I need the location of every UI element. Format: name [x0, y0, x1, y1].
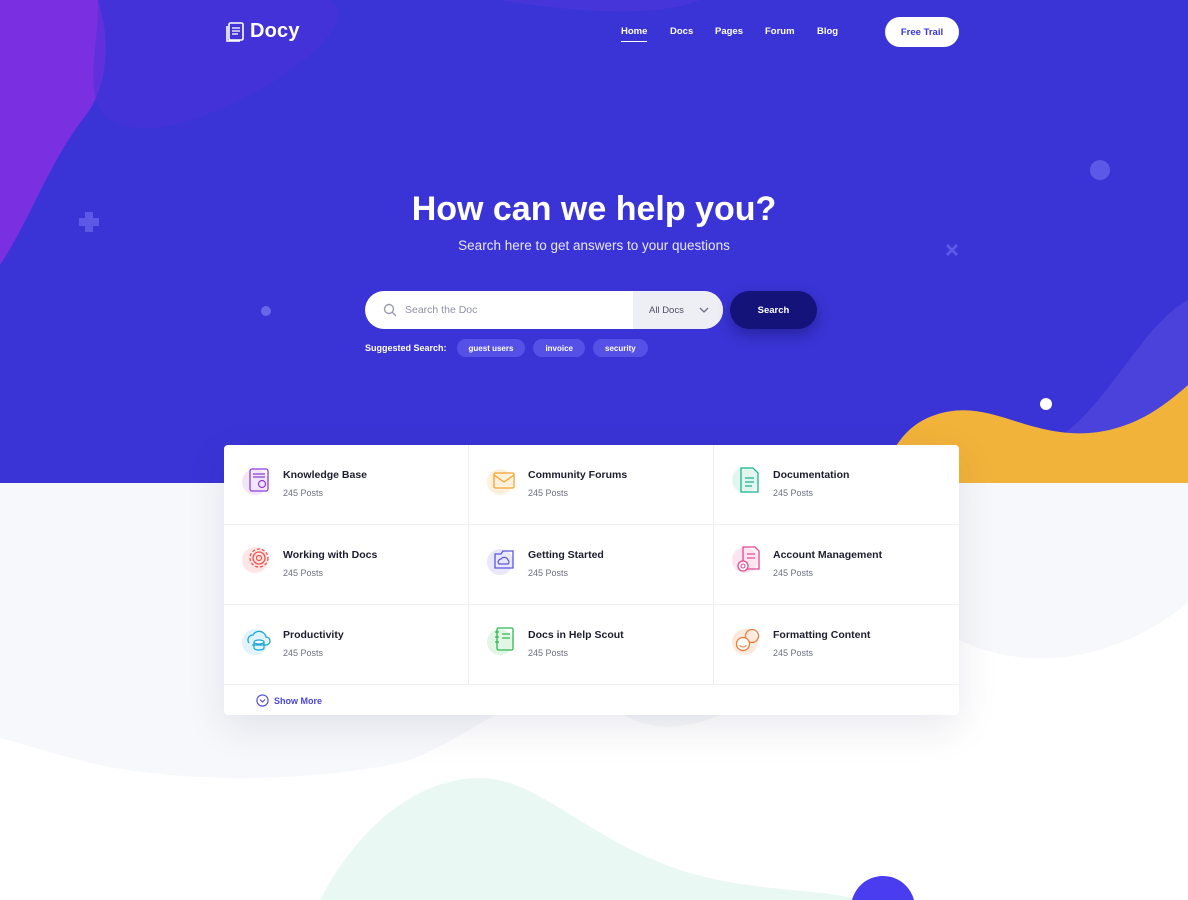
category-posts: 245 Posts: [528, 648, 569, 658]
nav-blog[interactable]: Blog: [817, 26, 838, 37]
docs-stack-icon: [226, 21, 244, 42]
free-trial-button[interactable]: Free Trail: [885, 17, 959, 47]
category-posts: 245 Posts: [283, 488, 324, 498]
show-more-button[interactable]: Show More: [256, 694, 322, 707]
category-posts: 245 Posts: [283, 648, 324, 658]
category-item[interactable]: Formatting Content 245 Posts: [714, 605, 959, 685]
document-gear-icon: [732, 546, 760, 573]
gear-icon: [242, 547, 269, 573]
chat-bubbles-icon: [732, 628, 760, 655]
nav-docs[interactable]: Docs: [670, 26, 693, 37]
search-input[interactable]: [403, 303, 607, 317]
categories-grid: Knowledge Base 245 Posts Community Forum…: [224, 445, 959, 685]
suggested-searches: Suggested Search: guest users invoice se…: [365, 339, 648, 357]
envelope-icon: [487, 469, 515, 495]
suggested-search-label: Suggested Search:: [365, 343, 447, 353]
category-item[interactable]: Working with Docs 245 Posts: [224, 525, 469, 605]
scope-selected-value: All Docs: [649, 304, 684, 316]
cloud-database-icon: [242, 629, 271, 655]
search-icon: [383, 303, 397, 317]
category-item[interactable]: Docs in Help Scout 245 Posts: [469, 605, 714, 685]
top-navbar: Docy Home Docs Pages Forum Blog Free Tra…: [0, 0, 1188, 64]
suggestion-chip[interactable]: security: [593, 339, 648, 357]
category-title: Account Management: [773, 549, 883, 561]
category-title: Docs in Help Scout: [528, 629, 624, 641]
show-more-label: Show More: [274, 695, 323, 706]
brand-logo[interactable]: Docy: [224, 20, 300, 43]
cloud-folder-icon: [487, 549, 514, 575]
suggestion-chip[interactable]: guest users: [456, 339, 526, 357]
category-item[interactable]: Getting Started 245 Posts: [469, 525, 714, 605]
category-item[interactable]: Community Forums 245 Posts: [469, 445, 714, 525]
hero-title: How can we help you?: [411, 190, 777, 228]
notebook-icon: [487, 627, 514, 655]
category-title: Knowledge Base: [283, 469, 368, 481]
category-title: Formatting Content: [773, 629, 871, 641]
chevron-circle-down-icon: [256, 694, 269, 707]
search-field[interactable]: [365, 291, 633, 329]
category-posts: 245 Posts: [773, 488, 814, 498]
category-item[interactable]: Knowledge Base 245 Posts: [224, 445, 469, 525]
docs-scope-dropdown[interactable]: All Docs: [633, 291, 723, 329]
search-button[interactable]: Search: [730, 291, 817, 329]
category-title: Working with Docs: [283, 549, 378, 561]
category-item[interactable]: Documentation 245 Posts: [714, 445, 959, 525]
category-posts: 245 Posts: [528, 568, 569, 578]
document-icon: [732, 467, 759, 493]
category-title: Community Forums: [528, 469, 628, 481]
categories-card: Knowledge Base 245 Posts Community Forum…: [224, 445, 959, 715]
nav-forum[interactable]: Forum: [765, 26, 795, 37]
nav-pages[interactable]: Pages: [715, 26, 743, 37]
category-posts: 245 Posts: [528, 488, 569, 498]
nav-home[interactable]: Home: [621, 26, 648, 42]
search-bar: All Docs: [365, 291, 723, 329]
hero-subtitle: Search here to get answers to your quest…: [458, 238, 730, 253]
chevron-down-icon: [699, 307, 709, 313]
category-title: Documentation: [773, 469, 850, 481]
category-item[interactable]: Productivity 245 Posts: [224, 605, 469, 685]
category-item[interactable]: Account Management 245 Posts: [714, 525, 959, 605]
category-posts: 245 Posts: [283, 568, 324, 578]
brand-name: Docy: [250, 20, 300, 42]
category-title: Productivity: [283, 629, 344, 641]
category-posts: 245 Posts: [773, 648, 814, 658]
suggestion-chip[interactable]: invoice: [533, 339, 586, 357]
category-title: Getting Started: [528, 549, 604, 561]
category-posts: 245 Posts: [773, 568, 814, 578]
knowledge-base-icon: [242, 468, 269, 495]
